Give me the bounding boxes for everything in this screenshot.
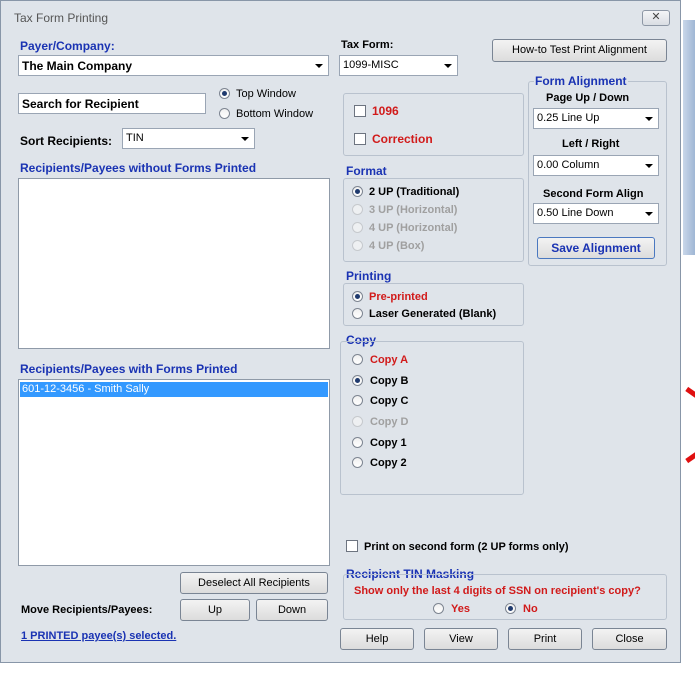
format-4up-box-label: 4 UP (Box)	[369, 240, 425, 252]
laser-generated-radio[interactable]	[352, 308, 363, 319]
left-right-select[interactable]: 0.00 Column	[533, 155, 659, 176]
form-alignment-label: Form Alignment	[534, 74, 628, 88]
mask-no-label: No	[523, 603, 538, 615]
copy-1-label: Copy 1	[370, 437, 407, 449]
format-3up-radio[interactable]	[352, 204, 363, 215]
sort-value: TIN	[126, 132, 144, 144]
bottom-window-radio[interactable]	[219, 108, 230, 119]
second-form-align-select[interactable]: 0.50 Line Down	[533, 203, 659, 224]
print-second-form-checkbox[interactable]	[346, 540, 358, 552]
sort-recipients-label: Sort Recipients:	[20, 134, 113, 148]
tin-masking-group	[343, 574, 667, 620]
search-recipient-input-wrap	[18, 93, 206, 114]
chevron-down-icon	[241, 137, 249, 141]
title-bar: Tax Form Printing ✕	[1, 1, 680, 35]
format-3up-label: 3 UP (Horizontal)	[369, 204, 458, 216]
chevron-down-icon	[645, 212, 653, 216]
tax-form-label: Tax Form:	[341, 39, 394, 51]
copy-2-radio[interactable]	[352, 457, 363, 468]
tin-masking-question: Show only the last 4 digits of SSN on re…	[354, 585, 641, 597]
left-right-value: 0.00 Column	[537, 159, 600, 171]
copy-c-label: Copy C	[370, 395, 409, 407]
copy-b-label: Copy B	[370, 375, 409, 387]
1096-label: 1096	[372, 104, 399, 118]
chevron-down-icon	[444, 64, 452, 68]
format-4up-horizontal-radio[interactable]	[352, 222, 363, 233]
list-item[interactable]: 601-12-3456 - Smith Sally	[20, 382, 328, 397]
printed-payees-selected-link[interactable]: 1 PRINTED payee(s) selected.	[21, 630, 176, 642]
save-alignment-button[interactable]: Save Alignment	[537, 237, 655, 259]
background-window-edge	[683, 20, 695, 255]
recipients-without-forms-list[interactable]	[18, 178, 330, 349]
copy-1-radio[interactable]	[352, 437, 363, 448]
correction-label: Correction	[372, 132, 433, 146]
without-forms-label: Recipients/Payees without Forms Printed	[20, 161, 257, 175]
tax-form-value: 1099-MISC	[343, 59, 399, 71]
mask-yes-radio[interactable]	[433, 603, 444, 614]
pre-printed-label: Pre-printed	[369, 291, 428, 303]
page-up-down-label: Page Up / Down	[546, 92, 630, 104]
form-options-group	[343, 93, 524, 156]
top-window-radio[interactable]	[219, 88, 230, 99]
deselect-all-button[interactable]: Deselect All Recipients	[180, 572, 328, 594]
close-window-button[interactable]: ✕	[642, 10, 670, 26]
copy-d-radio[interactable]	[352, 416, 363, 427]
window-title: Tax Form Printing	[14, 11, 109, 25]
close-icon: ✕	[651, 11, 661, 23]
tax-form-printing-dialog: Tax Form Printing ✕ Payer/Company: The M…	[0, 0, 681, 663]
chevron-down-icon	[315, 64, 323, 68]
view-button[interactable]: View	[424, 628, 498, 650]
copy-group	[340, 341, 524, 495]
second-form-align-value: 0.50 Line Down	[537, 207, 614, 219]
help-button[interactable]: Help	[340, 628, 414, 650]
copy-a-radio[interactable]	[352, 354, 363, 365]
payer-select[interactable]: The Main Company	[18, 55, 329, 76]
format-4up-horizontal-label: 4 UP (Horizontal)	[369, 222, 458, 234]
chevron-down-icon	[645, 164, 653, 168]
laser-generated-label: Laser Generated (Blank)	[369, 308, 497, 320]
chevron-down-icon	[645, 117, 653, 121]
print-second-form-label: Print on second form (2 UP forms only)	[364, 541, 569, 553]
close-button[interactable]: Close	[592, 628, 667, 650]
move-up-button[interactable]: Up	[180, 599, 250, 621]
search-recipient-input[interactable]	[19, 94, 205, 113]
move-recipients-label: Move Recipients/Payees:	[21, 604, 153, 616]
pre-printed-radio[interactable]	[352, 291, 363, 302]
page-up-down-value: 0.25 Line Up	[537, 112, 600, 124]
copy-d-label: Copy D	[370, 416, 409, 428]
print-button[interactable]: Print	[508, 628, 582, 650]
copy-c-radio[interactable]	[352, 395, 363, 406]
with-forms-label: Recipients/Payees with Forms Printed	[20, 362, 238, 376]
move-down-button[interactable]: Down	[256, 599, 328, 621]
tax-form-select[interactable]: 1099-MISC	[339, 55, 458, 76]
page-up-down-select[interactable]: 0.25 Line Up	[533, 108, 659, 129]
how-to-test-print-button[interactable]: How-to Test Print Alignment	[492, 39, 667, 62]
top-window-label: Top Window	[236, 88, 296, 100]
format-label: Format	[346, 164, 387, 178]
correction-checkbox[interactable]	[354, 133, 366, 145]
bottom-window-label: Bottom Window	[236, 108, 314, 120]
format-2up-label: 2 UP (Traditional)	[369, 186, 460, 198]
recipients-with-forms-list[interactable]: 601-12-3456 - Smith Sally	[18, 379, 330, 566]
copy-2-label: Copy 2	[370, 457, 407, 469]
format-4up-box-radio[interactable]	[352, 240, 363, 251]
mask-yes-label: Yes	[451, 603, 470, 615]
copy-a-label: Copy A	[370, 354, 409, 366]
1096-checkbox[interactable]	[354, 105, 366, 117]
payer-label: Payer/Company:	[20, 39, 115, 53]
copy-b-radio[interactable]	[352, 375, 363, 386]
printing-label: Printing	[346, 269, 392, 283]
format-2up-radio[interactable]	[352, 186, 363, 197]
second-form-align-label: Second Form Align	[543, 188, 644, 200]
mask-no-radio[interactable]	[505, 603, 516, 614]
left-right-label: Left / Right	[562, 138, 620, 150]
payer-value: The Main Company	[22, 59, 133, 73]
sort-recipients-select[interactable]: TIN	[122, 128, 255, 149]
